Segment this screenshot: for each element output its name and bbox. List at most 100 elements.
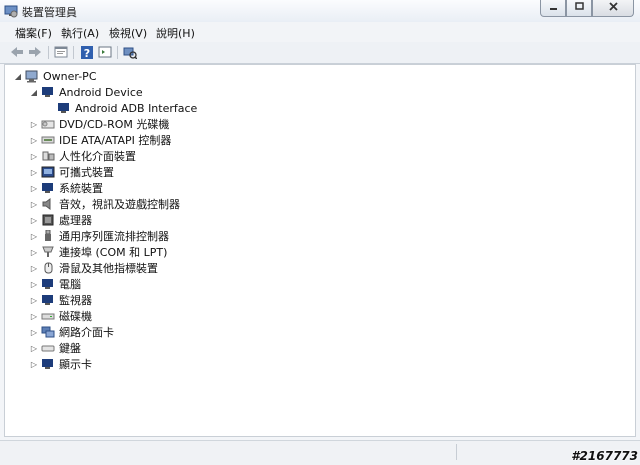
tree-category-ports[interactable]: ▷ 連接埠 (COM 和 LPT): [30, 244, 167, 260]
tree-category-dvd[interactable]: ▷ DVD/CD-ROM 光碟機: [30, 116, 169, 132]
expand-arrow-icon[interactable]: ▷: [30, 360, 38, 369]
menu-help[interactable]: 說明(H): [156, 25, 195, 41]
tree-category-label: 可攜式裝置: [59, 166, 114, 179]
expand-arrow-icon[interactable]: ▷: [30, 136, 38, 145]
back-icon[interactable]: [9, 45, 25, 59]
watermark: #2167773: [571, 449, 638, 463]
close-icon: [608, 2, 618, 14]
processor-icon: [41, 214, 55, 227]
properties-icon[interactable]: [53, 45, 69, 59]
tree-category-computer[interactable]: ▷ 電腦: [30, 276, 81, 292]
tree-category-ide[interactable]: ▷ IDE ATA/ATAPI 控制器: [30, 132, 171, 148]
minimize-button[interactable]: [540, 0, 566, 17]
tree-category-label: 連接埠 (COM 和 LPT): [59, 246, 168, 259]
expand-arrow-icon[interactable]: ▷: [30, 216, 38, 225]
toolbar: ?: [0, 42, 640, 64]
tree-category-label: 系統裝置: [59, 182, 103, 195]
svg-text:?: ?: [84, 47, 90, 59]
dvd-drive-icon: [41, 118, 55, 131]
tree-category-label: 音效，視訊及遊戲控制器: [59, 198, 180, 211]
tree-category-android[interactable]: ◢ Android Device: [30, 84, 143, 100]
minimize-icon: [549, 2, 558, 14]
expand-arrow-icon[interactable]: ▷: [30, 280, 38, 289]
expand-arrow-icon[interactable]: ▷: [30, 328, 38, 337]
disk-drive-icon: [41, 310, 55, 323]
tree-category-mouse[interactable]: ▷ 滑鼠及其他指標裝置: [30, 260, 158, 276]
expand-arrow-icon[interactable]: ▷: [30, 296, 38, 305]
ide-controller-icon: [41, 134, 55, 147]
window-title: 裝置管理員: [22, 6, 77, 19]
usb-icon: [41, 230, 55, 243]
expand-arrow-icon[interactable]: ▷: [30, 168, 38, 177]
device-tree[interactable]: ◢ Owner-PC ◢ Android Device Android ADB …: [4, 64, 636, 437]
tree-category-label: 監視器: [59, 294, 92, 307]
tree-category-hid[interactable]: ▷ 人性化介面裝置: [30, 148, 136, 164]
mouse-icon: [41, 262, 55, 275]
expand-arrow-icon[interactable]: ▷: [30, 264, 38, 273]
computer-icon: [41, 278, 55, 291]
tree-device-label: Android ADB Interface: [75, 101, 198, 115]
close-button[interactable]: [592, 0, 634, 17]
tree-root[interactable]: ◢ Owner-PC: [14, 68, 97, 84]
tree-category-label: 人性化介面裝置: [59, 150, 136, 163]
tree-category-monitor[interactable]: ▷ 監視器: [30, 292, 92, 308]
speaker-icon: [41, 198, 55, 211]
scan-hardware-icon[interactable]: [122, 45, 138, 59]
expand-arrow-icon[interactable]: ▷: [30, 184, 38, 193]
system-device-icon: [41, 182, 55, 195]
display-adapter-icon: [41, 358, 55, 371]
expand-arrow-icon[interactable]: ▷: [30, 200, 38, 209]
tree-category-portable[interactable]: ▷ 可攜式裝置: [30, 164, 114, 180]
tree-category-label: 處理器: [59, 214, 92, 227]
tree-category-label: DVD/CD-ROM 光碟機: [59, 118, 170, 131]
tree-category-disk[interactable]: ▷ 磁碟機: [30, 308, 92, 324]
tree-category-processor[interactable]: ▷ 處理器: [30, 212, 92, 228]
tree-category-label: Android Device: [59, 85, 143, 99]
keyboard-icon: [41, 342, 55, 355]
tree-category-keyboard[interactable]: ▷ 鍵盤: [30, 340, 81, 356]
tree-category-display[interactable]: ▷ 顯示卡: [30, 356, 92, 372]
tree-category-label: 網路介面卡: [59, 326, 114, 339]
tree-category-label: 通用序列匯流排控制器: [59, 230, 169, 243]
expand-arrow-icon[interactable]: ▷: [30, 312, 38, 321]
tree-category-label: IDE ATA/ATAPI 控制器: [59, 134, 172, 147]
tree-category-usb[interactable]: ▷ 通用序列匯流排控制器: [30, 228, 169, 244]
network-adapter-icon: [41, 326, 55, 339]
maximize-icon: [574, 2, 584, 14]
device-manager-icon: [4, 3, 18, 18]
tree-category-label: 顯示卡: [59, 358, 92, 371]
expand-arrow-icon[interactable]: ▷: [30, 152, 38, 161]
tree-category-system[interactable]: ▷ 系統裝置: [30, 180, 103, 196]
device-manager-window: 裝置管理員 檔案(F) 執行(A) 檢視(V) 說明(H) ? ◢ Owner-…: [0, 0, 640, 465]
tree-category-label: 鍵盤: [59, 342, 81, 355]
menu-file[interactable]: 檔案(F): [15, 25, 52, 41]
monitor-icon: [41, 294, 55, 307]
tree-root-label: Owner-PC: [43, 69, 97, 83]
status-bar: [0, 440, 640, 465]
tree-category-label: 電腦: [59, 278, 81, 291]
tree-category-label: 磁碟機: [59, 310, 92, 323]
forward-icon[interactable]: [27, 45, 43, 59]
help-icon[interactable]: ?: [79, 45, 95, 59]
menu-view[interactable]: 檢視(V): [109, 25, 147, 41]
collapse-arrow-icon[interactable]: ◢: [30, 88, 38, 97]
tree-device-adb[interactable]: Android ADB Interface: [57, 100, 197, 116]
android-device-icon: [41, 86, 55, 99]
hid-icon: [41, 150, 55, 163]
console-icon[interactable]: [97, 45, 113, 59]
tree-category-network[interactable]: ▷ 網路介面卡: [30, 324, 114, 340]
computer-icon: [25, 70, 39, 83]
portable-device-icon: [41, 166, 55, 179]
tree-category-audio[interactable]: ▷ 音效，視訊及遊戲控制器: [30, 196, 180, 212]
collapse-arrow-icon[interactable]: ◢: [14, 72, 22, 81]
adb-interface-icon: [57, 102, 71, 115]
expand-arrow-icon[interactable]: ▷: [30, 232, 38, 241]
port-icon: [41, 246, 55, 259]
menu-action[interactable]: 執行(A): [61, 25, 99, 41]
maximize-button[interactable]: [566, 0, 592, 17]
menu-bar: 檔案(F) 執行(A) 檢視(V) 說明(H): [0, 22, 640, 43]
expand-arrow-icon[interactable]: ▷: [30, 120, 38, 129]
title-bar: 裝置管理員: [0, 0, 640, 22]
expand-arrow-icon[interactable]: ▷: [30, 344, 38, 353]
expand-arrow-icon[interactable]: ▷: [30, 248, 38, 257]
